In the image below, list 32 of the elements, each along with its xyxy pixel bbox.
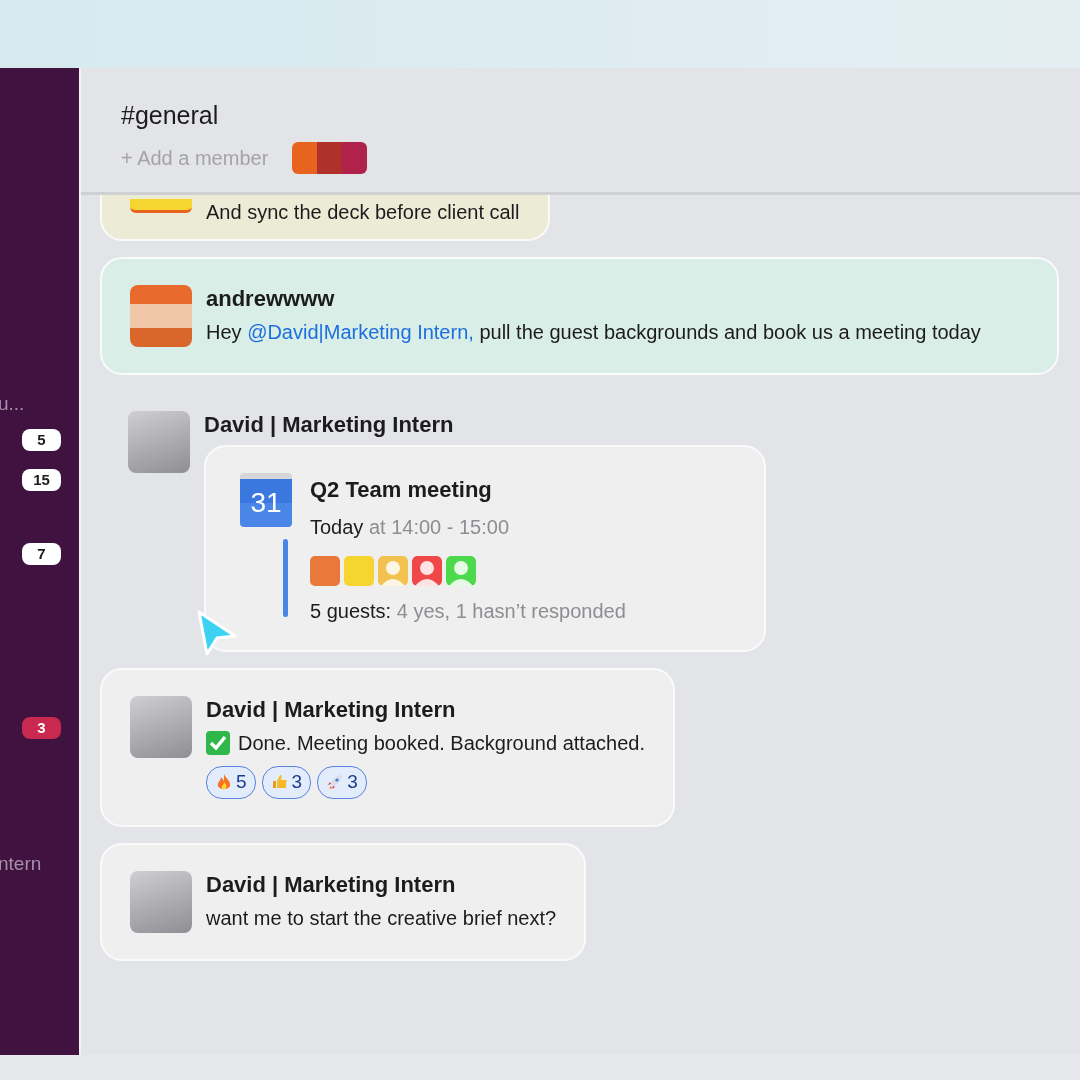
avatar-image: [130, 870, 192, 933]
member-avatar[interactable]: [342, 142, 368, 174]
author-name: andrewwww: [206, 285, 336, 313]
event-title: Q2 Team meeting: [310, 476, 493, 504]
rocket-icon: [326, 773, 345, 792]
author-name: David | Marketing Intern: [206, 870, 457, 899]
sidebar-item-label[interactable]: ntern: [0, 849, 42, 879]
sidebar-item-label[interactable]: u...: [0, 389, 25, 419]
fire-icon: [215, 773, 233, 792]
reaction-button[interactable]: 3: [317, 766, 367, 799]
message-text: want me to start the creative brief next?: [206, 905, 557, 931]
channel-title: #general: [121, 100, 220, 131]
guest-summary: 5 guests: 4 yes, 1 hasn’t responded: [310, 599, 626, 624]
author-name: David | Marketing Intern: [204, 411, 455, 439]
author-name: David | Marketing Intern: [206, 696, 457, 724]
calendar-date: 31: [240, 473, 292, 527]
unread-count: 5: [22, 429, 61, 451]
mention-link[interactable]: @David|Marketing Intern,: [247, 321, 474, 343]
message-text: And sync the deck before client call: [206, 200, 520, 225]
unread-count: 7: [22, 543, 61, 565]
message-text: Done. Meeting booked. Background attached.: [238, 731, 645, 756]
unread-count: 15: [22, 469, 61, 491]
avatar-image: [128, 411, 190, 473]
member-avatar[interactable]: [292, 142, 318, 174]
event-time: Today at 14:00 - 15:00: [310, 515, 511, 540]
avatar-image: [130, 696, 192, 758]
avatar-image: [130, 285, 192, 347]
reaction-button[interactable]: 5: [206, 766, 256, 799]
reaction-button[interactable]: 3: [261, 766, 312, 799]
message-text: Hey @David|Marketing Intern, pull the guest backgrounds and book us a meeting today: [206, 320, 981, 345]
unread-count: 3: [22, 717, 61, 739]
avatar-image: [130, 199, 192, 213]
